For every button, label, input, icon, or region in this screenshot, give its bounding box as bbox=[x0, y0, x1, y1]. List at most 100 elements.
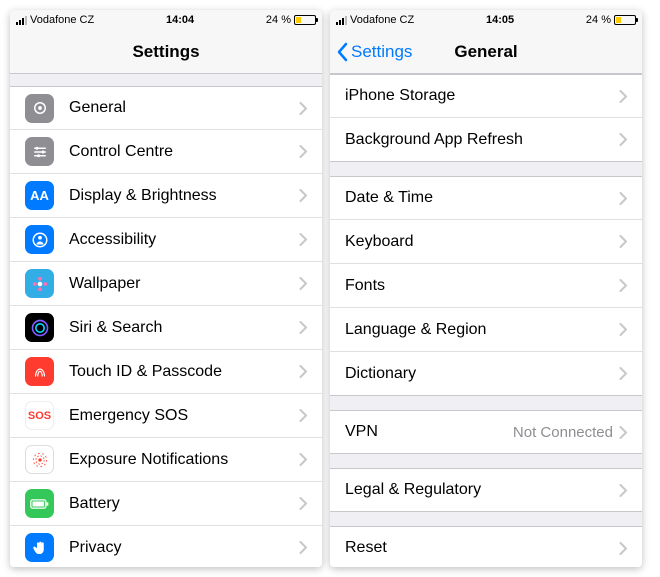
navbar: Settings bbox=[10, 30, 322, 74]
chevron-right-icon bbox=[619, 235, 627, 248]
settings-group: General Control Centre AADisplay & Brightn… bbox=[10, 86, 322, 567]
row-label: Legal & Regulatory bbox=[345, 481, 619, 499]
row-vpn[interactable]: VPNNot Connected bbox=[330, 410, 642, 454]
general-group: Legal & Regulatory bbox=[330, 468, 642, 512]
row-emergency-sos[interactable]: SOS Emergency SOS bbox=[10, 394, 322, 438]
battery-pct: 24 % bbox=[266, 14, 291, 26]
row-language-region[interactable]: Language & Region bbox=[330, 308, 642, 352]
general-group: Date & Time Keyboard Fonts Language & Regio… bbox=[330, 176, 642, 396]
battery-pct: 24 % bbox=[586, 14, 611, 26]
signal-icon bbox=[336, 15, 347, 25]
row-privacy[interactable]: Privacy bbox=[10, 526, 322, 567]
row-label: VPN bbox=[345, 423, 513, 441]
carrier-label: Vodafone CZ bbox=[30, 14, 94, 26]
chevron-right-icon bbox=[619, 90, 627, 103]
chevron-right-icon bbox=[299, 453, 307, 466]
accessibility-icon bbox=[25, 225, 54, 254]
status-bar: Vodafone CZ 14:04 24 % bbox=[10, 10, 322, 30]
row-reset[interactable]: Reset bbox=[330, 526, 642, 567]
row-display-brightness[interactable]: AADisplay & Brightness bbox=[10, 174, 322, 218]
row-label: Wallpaper bbox=[69, 275, 299, 293]
back-button[interactable]: Settings bbox=[336, 42, 412, 62]
chevron-right-icon bbox=[299, 189, 307, 202]
status-bar: Vodafone CZ 14:05 24 % bbox=[330, 10, 642, 30]
row-touchid-passcode[interactable]: Touch ID & Passcode bbox=[10, 350, 322, 394]
row-general[interactable]: General bbox=[10, 86, 322, 130]
row-label: Reset bbox=[345, 539, 619, 557]
battery-icon bbox=[25, 489, 54, 518]
chevron-right-icon bbox=[299, 233, 307, 246]
row-date-time[interactable]: Date & Time bbox=[330, 176, 642, 220]
row-label: Dictionary bbox=[345, 365, 619, 383]
general-group: VPNNot Connected bbox=[330, 410, 642, 454]
display-brightness-icon: AA bbox=[25, 181, 54, 210]
row-label: Emergency SOS bbox=[69, 407, 299, 425]
carrier-label: Vodafone CZ bbox=[350, 14, 414, 26]
row-label: Background App Refresh bbox=[345, 131, 619, 149]
general-group: ResetShut Down bbox=[330, 526, 642, 567]
privacy-icon bbox=[25, 533, 54, 562]
chevron-right-icon bbox=[299, 497, 307, 510]
signal-icon bbox=[16, 15, 27, 25]
row-label: Exposure Notifications bbox=[69, 451, 299, 469]
row-keyboard[interactable]: Keyboard bbox=[330, 220, 642, 264]
clock: 14:04 bbox=[166, 14, 194, 26]
row-label: Touch ID & Passcode bbox=[69, 363, 299, 381]
clock: 14:05 bbox=[486, 14, 514, 26]
row-label: Language & Region bbox=[345, 321, 619, 339]
chevron-right-icon bbox=[619, 367, 627, 380]
chevron-right-icon bbox=[299, 321, 307, 334]
chevron-right-icon bbox=[299, 102, 307, 115]
navbar: Settings General bbox=[330, 30, 642, 74]
row-siri-search[interactable]: Siri & Search bbox=[10, 306, 322, 350]
chevron-right-icon bbox=[299, 145, 307, 158]
chevron-right-icon bbox=[619, 279, 627, 292]
page-title: Settings bbox=[132, 42, 199, 62]
general-content: iPhone Storage Background App Refresh Date… bbox=[330, 74, 642, 567]
chevron-right-icon bbox=[619, 484, 627, 497]
chevron-right-icon bbox=[619, 426, 627, 439]
row-label: Fonts bbox=[345, 277, 619, 295]
row-control-centre[interactable]: Control Centre bbox=[10, 130, 322, 174]
row-battery[interactable]: Battery bbox=[10, 482, 322, 526]
chevron-right-icon bbox=[299, 277, 307, 290]
battery-icon bbox=[294, 15, 316, 25]
emergency-sos-icon: SOS bbox=[25, 401, 54, 430]
settings-content: General Control Centre AADisplay & Brightn… bbox=[10, 74, 322, 567]
row-background-refresh[interactable]: Background App Refresh bbox=[330, 118, 642, 162]
row-legal-regulatory[interactable]: Legal & Regulatory bbox=[330, 468, 642, 512]
general-icon bbox=[25, 94, 54, 123]
chevron-right-icon bbox=[619, 323, 627, 336]
phone-settings: Vodafone CZ 14:04 24 % Settings General C… bbox=[10, 10, 322, 567]
touchid-passcode-icon bbox=[25, 357, 54, 386]
row-dictionary[interactable]: Dictionary bbox=[330, 352, 642, 396]
row-value: Not Connected bbox=[513, 424, 613, 441]
row-fonts[interactable]: Fonts bbox=[330, 264, 642, 308]
row-accessibility[interactable]: Accessibility bbox=[10, 218, 322, 262]
row-label: Accessibility bbox=[69, 231, 299, 249]
chevron-right-icon bbox=[299, 365, 307, 378]
chevron-right-icon bbox=[619, 542, 627, 555]
row-label: Siri & Search bbox=[69, 319, 299, 337]
chevron-right-icon bbox=[619, 133, 627, 146]
battery-icon bbox=[614, 15, 636, 25]
wallpaper-icon bbox=[25, 269, 54, 298]
siri-search-icon bbox=[25, 313, 54, 342]
exposure-notifications-icon bbox=[25, 445, 54, 474]
chevron-right-icon bbox=[299, 409, 307, 422]
control-centre-icon bbox=[25, 137, 54, 166]
row-label: Control Centre bbox=[69, 143, 299, 161]
row-label: General bbox=[69, 99, 299, 117]
chevron-left-icon bbox=[336, 42, 348, 62]
row-exposure-notifications[interactable]: Exposure Notifications bbox=[10, 438, 322, 482]
row-label: Privacy bbox=[69, 539, 299, 557]
chevron-right-icon bbox=[299, 541, 307, 554]
chevron-right-icon bbox=[619, 192, 627, 205]
row-iphone-storage[interactable]: iPhone Storage bbox=[330, 74, 642, 118]
general-group: iPhone Storage Background App Refresh bbox=[330, 74, 642, 162]
page-title: General bbox=[454, 42, 517, 62]
row-label: Battery bbox=[69, 495, 299, 513]
row-label: Keyboard bbox=[345, 233, 619, 251]
row-label: iPhone Storage bbox=[345, 87, 619, 105]
row-wallpaper[interactable]: Wallpaper bbox=[10, 262, 322, 306]
